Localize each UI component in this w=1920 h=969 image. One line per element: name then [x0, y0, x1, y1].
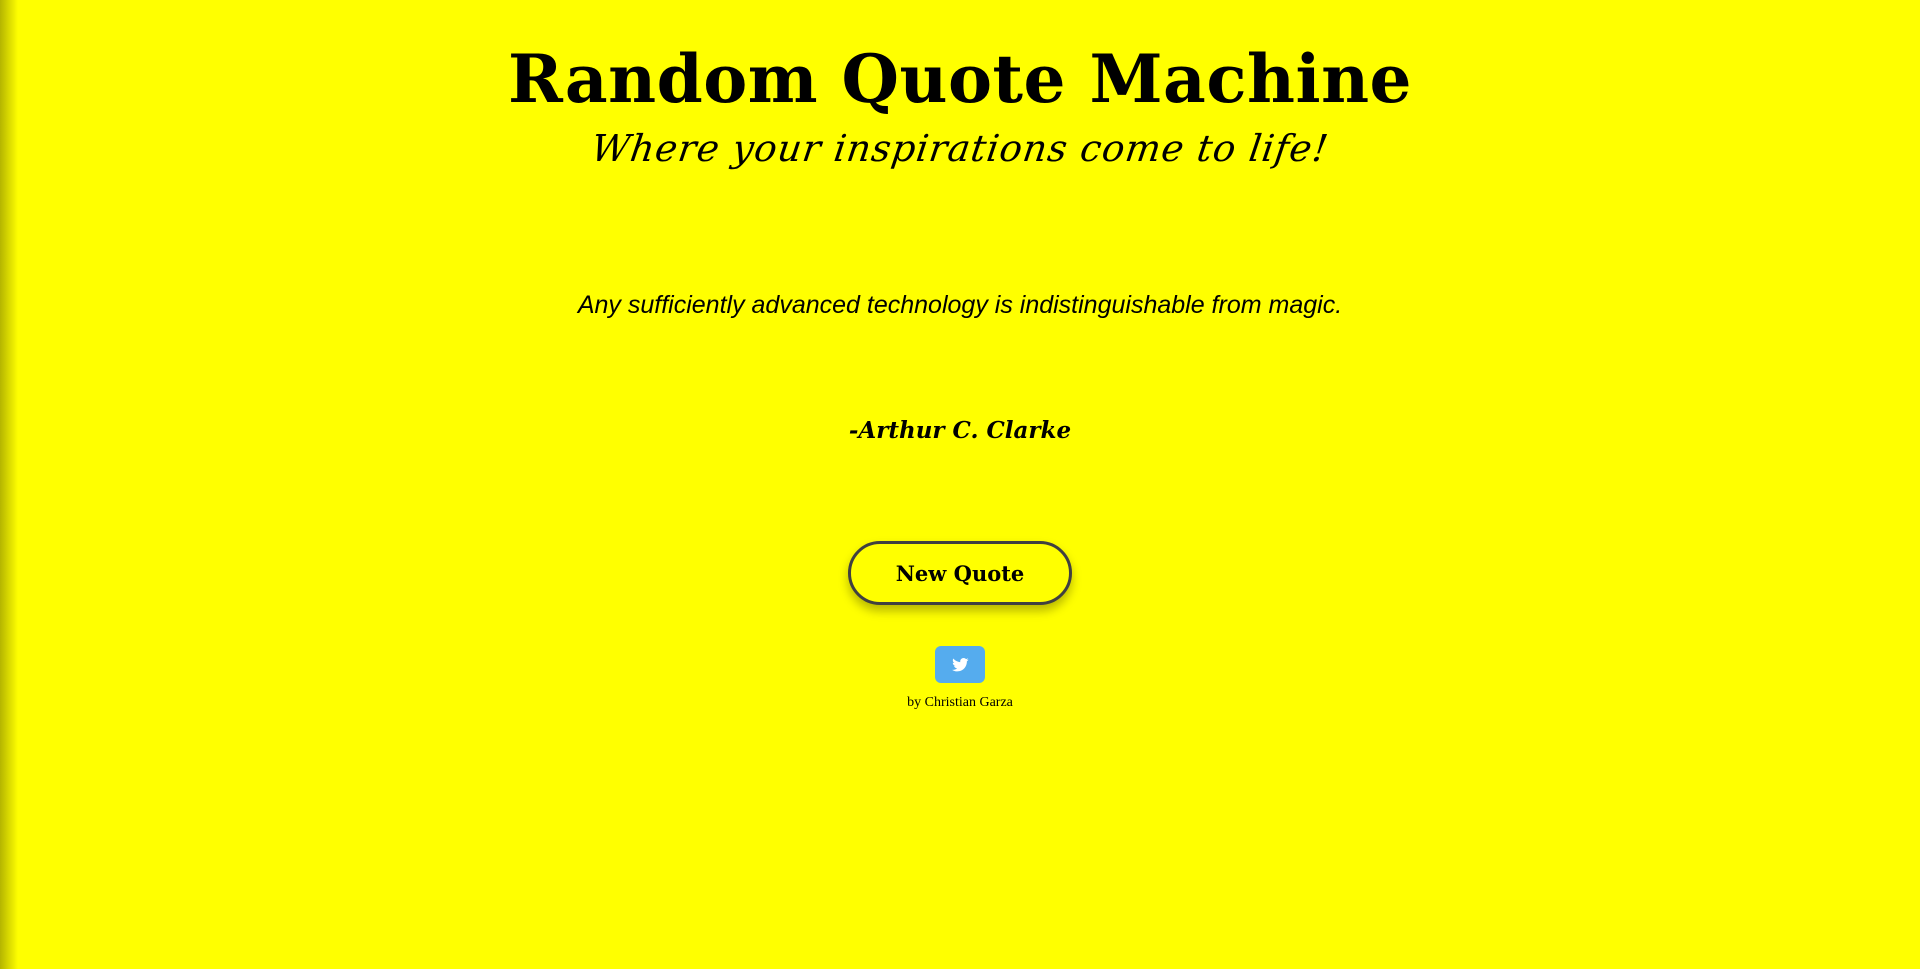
tweet-quote-button[interactable] — [935, 646, 985, 683]
page-title: Random Quote Machine — [507, 40, 1413, 118]
page-subtitle: Where your inspirations come to life! — [588, 127, 1332, 170]
author-credit: by Christian Garza — [907, 695, 1013, 710]
new-quote-button[interactable]: New Quote — [848, 541, 1072, 605]
quote-author: -Arthur C. Clarke — [848, 417, 1072, 444]
twitter-icon — [951, 657, 969, 672]
quote-text: Any sufficiently advanced technology is … — [577, 291, 1343, 319]
